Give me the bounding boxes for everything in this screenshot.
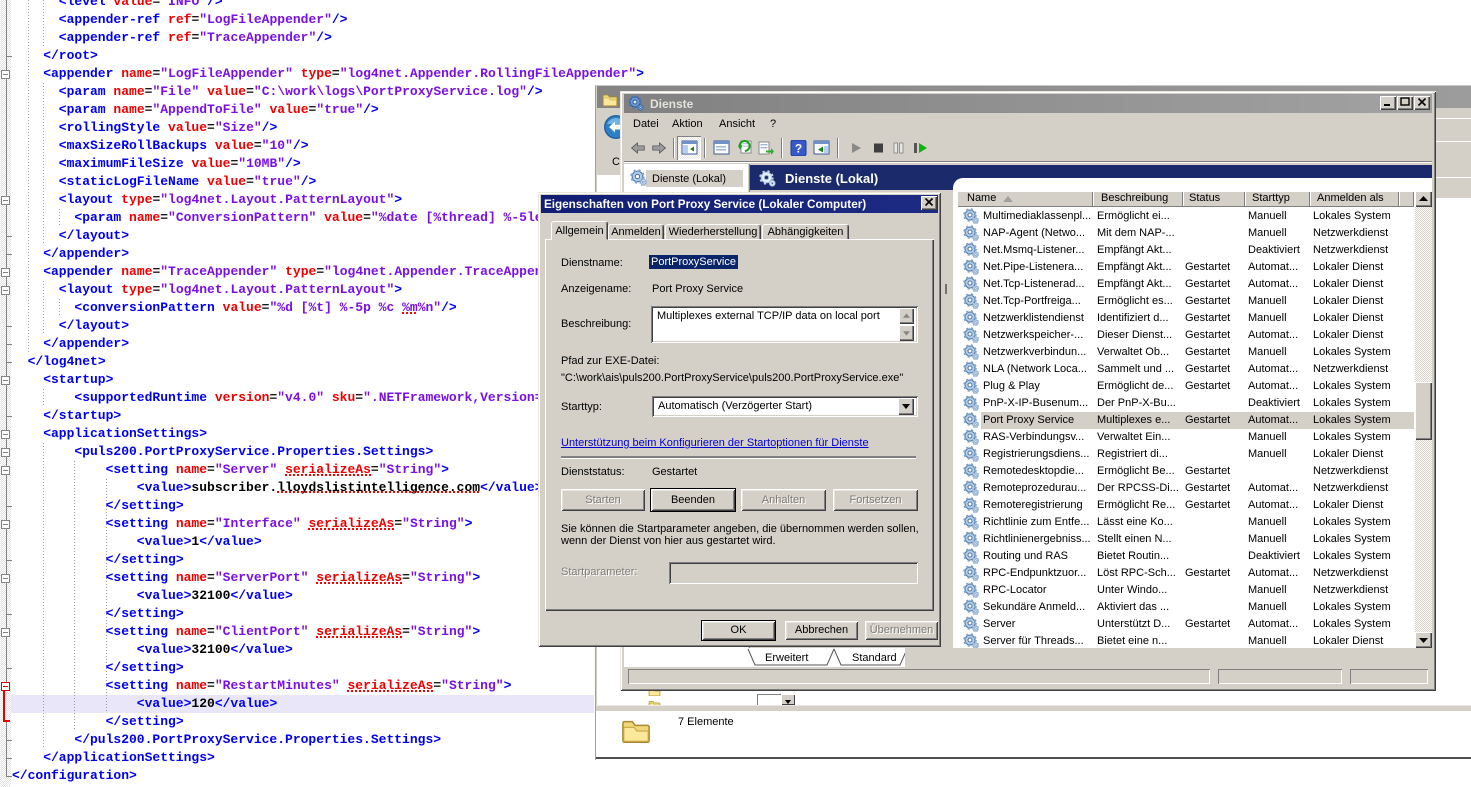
svg-text:?: ? bbox=[795, 142, 802, 156]
svg-text:Standard: Standard bbox=[852, 652, 897, 664]
svg-text:Erweitert: Erweitert bbox=[765, 652, 808, 664]
